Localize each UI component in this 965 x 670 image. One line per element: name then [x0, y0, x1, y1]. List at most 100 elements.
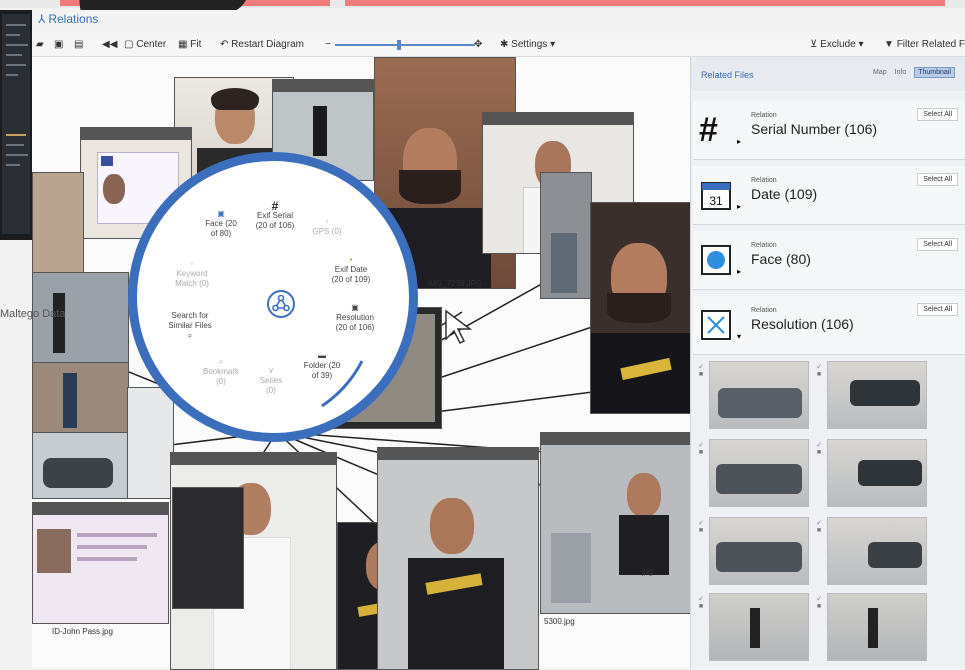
- radial-item-folder[interactable]: ▬ Folder (20 of 39): [297, 351, 347, 381]
- photo-node[interactable]: [32, 502, 169, 624]
- print-icon[interactable]: ▤: [74, 39, 83, 50]
- exclude-button[interactable]: ⊻ Exclude ▾: [810, 39, 864, 50]
- keyword-icon: ▫: [190, 259, 194, 268]
- pink-bar-right: [345, 0, 945, 6]
- panel-header: Related Files Map Info Thumbnail: [691, 57, 965, 91]
- expand-arrow-icon[interactable]: ▸: [737, 267, 741, 276]
- settings-icon: ✱: [500, 39, 512, 50]
- settings-button[interactable]: ✱ Settings ▾: [500, 39, 555, 50]
- search-icon: ⌕: [187, 331, 193, 340]
- tab-map[interactable]: Map: [873, 69, 887, 76]
- thumbnail[interactable]: [827, 361, 927, 429]
- relation-name: Resolution (106): [751, 316, 854, 332]
- panel-tabs: Map Info Thumbnail: [873, 67, 961, 78]
- toolbar: ▰ ▣ ▤ ◀◀ ▢ Center ▦ Fit ↶ Restart Diagra…: [32, 34, 965, 57]
- face-icon: [701, 245, 731, 275]
- expand-arrow-icon[interactable]: ▸: [737, 202, 741, 211]
- radial-item-series[interactable]: ⋎ Series (0): [251, 366, 291, 396]
- thumb-check-icon[interactable]: ✓ ■: [695, 441, 707, 456]
- select-all-button[interactable]: Select All: [917, 108, 958, 121]
- select-all-button[interactable]: Select All: [917, 173, 958, 186]
- filter-related-button[interactable]: ▼ Filter Related F: [884, 39, 965, 50]
- thumb-check-icon[interactable]: ✓ ■: [695, 519, 707, 534]
- radial-item-similar[interactable]: Search for Similar Files ⌕: [161, 311, 219, 341]
- radial-label: Folder (20 of 39): [303, 361, 341, 380]
- thumb-check-icon[interactable]: ✓ ■: [813, 519, 825, 534]
- open-icon[interactable]: ▰: [36, 39, 44, 50]
- file-label: IMG_7238.JPG: [427, 279, 483, 288]
- photo-node[interactable]: [377, 447, 539, 670]
- thumb-check-icon[interactable]: ✓ ■: [695, 363, 707, 378]
- resolution-icon: [701, 310, 731, 340]
- select-all-button[interactable]: Select All: [917, 303, 958, 316]
- fit-button[interactable]: ▦ Fit: [178, 39, 201, 50]
- relation-name: Serial Number (106): [751, 121, 878, 137]
- gps-icon: ▫: [325, 217, 329, 226]
- thumb-check-icon[interactable]: ✓ ■: [813, 595, 825, 610]
- calendar-day: 31: [709, 194, 723, 208]
- relations-icon: ⅄: [38, 12, 46, 26]
- folder-icon: ▬: [318, 351, 326, 360]
- relation-caption: Relation: [751, 307, 777, 314]
- tab-thumbnail[interactable]: Thumbnail: [914, 67, 955, 78]
- title-bar: [32, 10, 965, 32]
- zoom-in-icon[interactable]: ✥: [474, 39, 482, 50]
- relation-date[interactable]: 31 ▸ Relation Date (109) Select All: [693, 166, 965, 225]
- calendar-icon: 31: [701, 182, 731, 210]
- radial-label: Keyword Match (0): [175, 269, 209, 288]
- photo-node[interactable]: [540, 432, 692, 614]
- radial-item-bookmark[interactable]: ⌕ Bookmark (0): [199, 357, 243, 387]
- photo-node[interactable]: [540, 172, 592, 299]
- photo-node[interactable]: [32, 172, 84, 274]
- collapse-arrow-icon[interactable]: ▾: [737, 332, 741, 341]
- thumbnail[interactable]: [709, 517, 809, 585]
- thumbnail[interactable]: [827, 593, 927, 661]
- radial-item-resolution[interactable]: ▣ Resolution (20 of 106): [327, 303, 383, 333]
- relation-face[interactable]: ▸ Relation Face (80) Select All: [693, 231, 965, 290]
- file-label: jpg: [642, 567, 653, 576]
- restart-diagram-button[interactable]: ↶ Restart Diagram: [220, 39, 304, 50]
- photo-node[interactable]: [172, 487, 244, 609]
- thumbnail-grid: ✓ ■ ✓ ■ ✓ ■ ✓ ■ ✓ ■ ✓ ■ ✓ ■ ✓ ■: [691, 355, 965, 668]
- radial-item-exif-date[interactable]: ▪ Exif Date (20 of 109): [323, 255, 379, 285]
- thumbnail[interactable]: [709, 439, 809, 507]
- thumbnail[interactable]: [827, 439, 927, 507]
- radial-item-exif-serial[interactable]: # Exif Serial (20 of 106): [255, 200, 295, 231]
- save-icon[interactable]: ▣: [54, 39, 63, 50]
- photo-node[interactable]: [590, 202, 692, 414]
- radial-menu[interactable]: # Exif Serial (20 of 106) ▫ GPS (0) ▪ Ex…: [128, 152, 418, 442]
- zoom-slider-knob[interactable]: [397, 40, 402, 50]
- watermark: Maltego Data: [0, 308, 66, 320]
- relation-resolution[interactable]: ▾ Relation Resolution (106) Select All: [693, 296, 965, 355]
- thumbnail[interactable]: [827, 517, 927, 585]
- radial-item-gps[interactable]: ▫ GPS (0): [307, 217, 347, 237]
- laptop-edge: [0, 10, 32, 240]
- radial-item-keyword[interactable]: ▫ Keyword Match (0): [165, 259, 219, 289]
- center-button[interactable]: ▢ Center: [124, 39, 166, 50]
- face-icon: ▣: [217, 209, 225, 218]
- expand-arrow-icon[interactable]: ▸: [737, 137, 741, 146]
- relation-caption: Relation: [751, 112, 777, 119]
- thumbnail[interactable]: [709, 361, 809, 429]
- radial-label: Resolution (20 of 106): [335, 313, 375, 332]
- file-label: 5300.jpg: [544, 617, 575, 626]
- radial-item-face[interactable]: ▣ Face (20 of 80): [199, 209, 243, 239]
- thumb-check-icon[interactable]: ✓ ■: [813, 363, 825, 378]
- resolution-icon: ▣: [351, 303, 359, 312]
- thumbnail[interactable]: [709, 593, 809, 661]
- radial-label: Face (20 of 80): [205, 219, 237, 238]
- rewind-icon[interactable]: ◀◀: [102, 39, 117, 50]
- cursor-icon: [445, 309, 473, 345]
- select-all-button[interactable]: Select All: [917, 238, 958, 251]
- photo-node[interactable]: [32, 362, 129, 439]
- photo-node[interactable]: [32, 432, 129, 499]
- zoom-slider[interactable]: [335, 44, 475, 46]
- app-title: ⅄ Relations: [38, 12, 99, 26]
- related-files-panel: Related Files Map Info Thumbnail # ▸ Rel…: [690, 57, 965, 668]
- restart-icon: ↶: [220, 39, 232, 50]
- zoom-out-icon[interactable]: −: [325, 39, 331, 50]
- tab-info[interactable]: Info: [895, 69, 907, 76]
- thumb-check-icon[interactable]: ✓ ■: [813, 441, 825, 456]
- relation-serial-number[interactable]: # ▸ Relation Serial Number (106) Select …: [693, 101, 965, 160]
- thumb-check-icon[interactable]: ✓ ■: [695, 595, 707, 610]
